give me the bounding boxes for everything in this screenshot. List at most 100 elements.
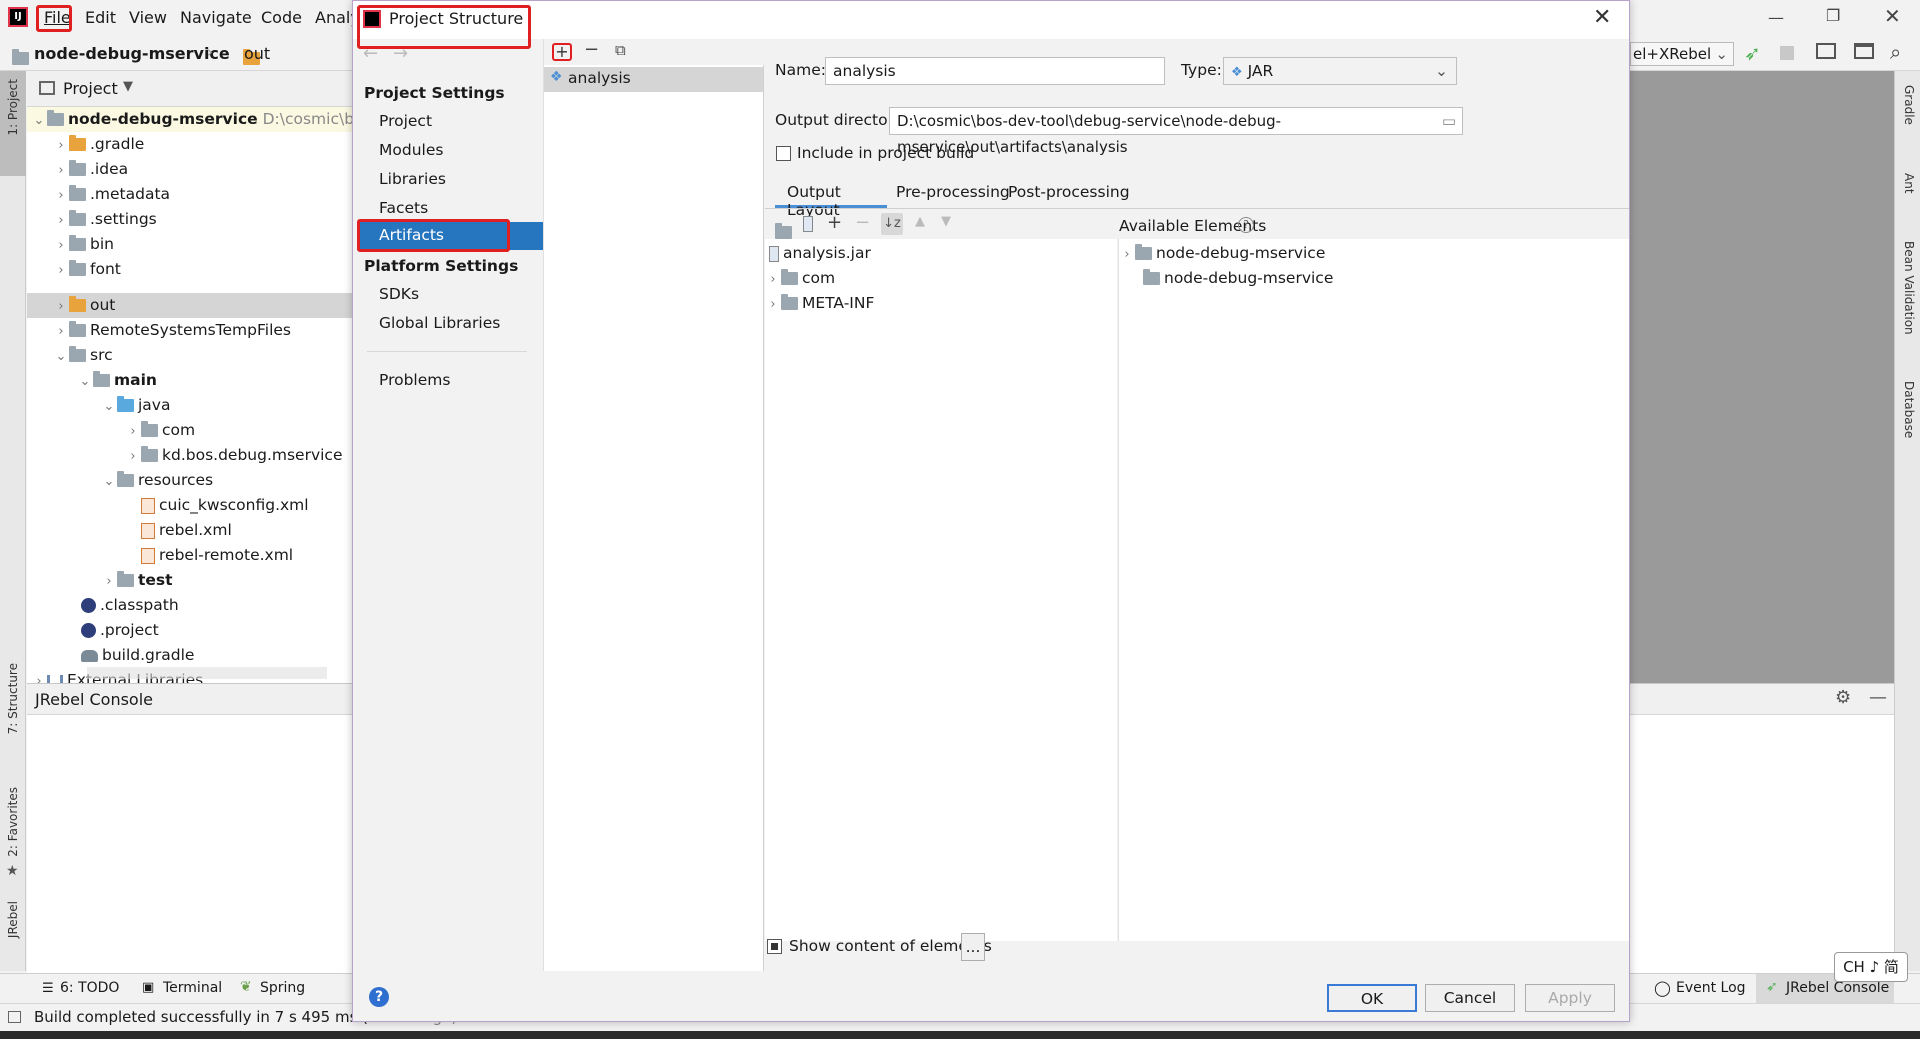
- show-content-checkbox[interactable]: [767, 939, 782, 954]
- tree-item-font[interactable]: › font: [53, 257, 121, 282]
- tree-item-classpath[interactable]: .classpath: [81, 593, 179, 618]
- menu-edit[interactable]: Edit: [85, 8, 116, 27]
- tree-item-bin[interactable]: › bin: [53, 232, 114, 257]
- artifact-settings-pane: Name: analysis Type: ❖ JAR ⌄ Output dire…: [765, 39, 1629, 971]
- move-down-icon[interactable]: ▼: [941, 214, 951, 229]
- todo-tab[interactable]: 6: TODO: [60, 980, 119, 996]
- tree-item-java[interactable]: ⌄ java: [101, 393, 170, 418]
- artifact-name: analysis: [568, 69, 631, 87]
- new-archive-icon[interactable]: [803, 216, 813, 232]
- tree-root[interactable]: ⌄ node-debug-mservice D:\cosmic\bo: [31, 107, 364, 132]
- favorites-tab[interactable]: 2: Favorites: [6, 787, 20, 857]
- close-window-icon[interactable]: ✕: [1884, 4, 1901, 28]
- tree-item-test[interactable]: › test: [101, 568, 173, 593]
- status-toggle-icon[interactable]: [8, 1011, 21, 1023]
- stop-icon[interactable]: [1780, 46, 1794, 60]
- copy-artifact-button[interactable]: ⧉: [615, 41, 626, 59]
- name-field[interactable]: analysis: [825, 57, 1165, 85]
- sidebar-item-problems[interactable]: Problems: [379, 371, 450, 389]
- tree-item-resources[interactable]: ⌄ resources: [101, 468, 213, 493]
- tree-item-remotesystems[interactable]: › RemoteSystemsTempFiles: [53, 318, 291, 343]
- tree-item-com[interactable]: › com: [125, 418, 195, 443]
- minimize-window-icon[interactable]: —: [1768, 8, 1784, 27]
- menu-navigate[interactable]: Navigate: [180, 8, 252, 27]
- tree-item-project[interactable]: .project: [81, 618, 159, 643]
- tree-item-out[interactable]: › out: [53, 293, 115, 318]
- tree-item-module-2[interactable]: node-debug-mservice: [1143, 266, 1333, 291]
- ant-tab[interactable]: Ant: [1902, 173, 1916, 194]
- tree-item-module-1[interactable]: › node-debug-mservice: [1119, 241, 1325, 266]
- apply-button[interactable]: Apply: [1525, 984, 1615, 1012]
- dialog-close-icon[interactable]: ✕: [1593, 5, 1611, 30]
- breadcrumb-project[interactable]: node-debug-mservice: [34, 44, 230, 63]
- sort-elements-icon[interactable]: ↓z: [881, 213, 903, 235]
- search-everywhere-icon[interactable]: ⌕: [1890, 40, 1901, 64]
- list-item[interactable]: ❖ analysis: [544, 67, 763, 92]
- jrebel-tab[interactable]: JRebel: [6, 901, 20, 938]
- gear-icon[interactable]: ⚙: [1835, 687, 1851, 708]
- tree-item-meta-inf[interactable]: › META-INF: [765, 291, 874, 316]
- remove-element-icon[interactable]: −: [855, 212, 870, 233]
- show-content-options-button[interactable]: ...: [961, 933, 985, 961]
- tree-item-com[interactable]: › com: [765, 266, 835, 291]
- spring-tab[interactable]: Spring: [260, 980, 305, 996]
- tree-item-settings[interactable]: › .settings: [53, 207, 157, 232]
- tree-item-rebel-xml[interactable]: rebel.xml: [141, 518, 232, 543]
- jrebel-run-icon[interactable]: ➶: [1744, 41, 1761, 65]
- structure-tab[interactable]: 7: Structure: [6, 663, 20, 734]
- project-tool-tab[interactable]: 1: Project: [0, 71, 26, 176]
- gradle-tab[interactable]: Gradle: [1902, 85, 1916, 125]
- add-artifact-button[interactable]: +: [552, 43, 572, 61]
- sidebar-item-project[interactable]: Project: [379, 112, 432, 130]
- tab-pre-processing[interactable]: Pre-processing: [896, 183, 1010, 201]
- tree-item-build-gradle[interactable]: build.gradle: [81, 643, 194, 668]
- back-arrow-icon[interactable]: ←: [363, 43, 378, 64]
- tree-item-cuic-xml[interactable]: cuic_kwsconfig.xml: [141, 493, 309, 518]
- tree-item-rebel-remote-xml[interactable]: rebel-remote.xml: [141, 543, 293, 568]
- tree-item-analysis-jar[interactable]: analysis.jar: [769, 241, 871, 266]
- include-in-build-checkbox[interactable]: [776, 146, 791, 161]
- tree-item-kd-bos[interactable]: › kd.bos.debug.mservice: [125, 443, 343, 468]
- type-select[interactable]: ❖ JAR ⌄: [1223, 57, 1457, 85]
- sidebar-item-sdks[interactable]: SDKs: [379, 285, 419, 303]
- intellij-logo-icon: IJ: [8, 7, 28, 27]
- event-log-tab[interactable]: Event Log: [1676, 980, 1746, 996]
- terminal-tab[interactable]: Terminal: [163, 980, 222, 996]
- help-icon[interactable]: ?: [1238, 217, 1254, 233]
- sidebar-item-global-libraries[interactable]: Global Libraries: [379, 314, 500, 332]
- menu-code[interactable]: Code: [261, 8, 302, 27]
- remove-artifact-button[interactable]: −: [584, 39, 599, 60]
- new-directory-icon[interactable]: [775, 223, 792, 239]
- add-element-icon[interactable]: +: [827, 212, 842, 233]
- presentation-icon[interactable]: [1854, 43, 1874, 59]
- help-icon[interactable]: ?: [369, 987, 389, 1007]
- tab-output-layout[interactable]: Output Layout: [775, 177, 887, 219]
- cancel-button[interactable]: Cancel: [1425, 984, 1515, 1012]
- project-structure-icon[interactable]: [1816, 43, 1836, 59]
- forward-arrow-icon[interactable]: →: [393, 43, 408, 64]
- menu-view[interactable]: View: [129, 8, 167, 27]
- restore-window-icon[interactable]: ❐: [1826, 6, 1840, 25]
- sidebar-item-libraries[interactable]: Libraries: [379, 170, 446, 188]
- tab-post-processing[interactable]: Post-processing: [1008, 183, 1130, 201]
- tree-item-gradle[interactable]: › .gradle: [53, 132, 144, 157]
- sidebar-item-facets[interactable]: Facets: [379, 199, 428, 217]
- output-dir-field[interactable]: D:\cosmic\bos-dev-tool\debug-service\nod…: [889, 107, 1463, 156]
- move-up-icon[interactable]: ▲: [915, 214, 925, 229]
- project-panel-title[interactable]: Project: [63, 79, 118, 98]
- sidebar-item-modules[interactable]: Modules: [379, 141, 443, 159]
- database-tab[interactable]: Database: [1902, 381, 1916, 438]
- chevron-down-icon[interactable]: ▼: [123, 79, 133, 94]
- tree-item-src[interactable]: ⌄ src: [53, 343, 113, 368]
- bean-validation-tab[interactable]: Bean Validation: [1902, 241, 1916, 335]
- horizontal-scrollbar[interactable]: [87, 667, 327, 679]
- tree-item-main[interactable]: ⌄ main: [77, 368, 157, 393]
- ok-button[interactable]: OK: [1327, 984, 1417, 1012]
- ime-indicator[interactable]: CH ♪ 简: [1834, 952, 1908, 982]
- run-config-select[interactable]: el+XRebel ⌄: [1630, 42, 1734, 66]
- tree-item-idea[interactable]: › .idea: [53, 157, 128, 182]
- browse-folder-icon[interactable]: ▭: [1442, 108, 1456, 134]
- breadcrumb-out[interactable]: out: [244, 44, 270, 63]
- tree-item-metadata[interactable]: › .metadata: [53, 182, 170, 207]
- hide-panel-icon[interactable]: —: [1869, 687, 1887, 708]
